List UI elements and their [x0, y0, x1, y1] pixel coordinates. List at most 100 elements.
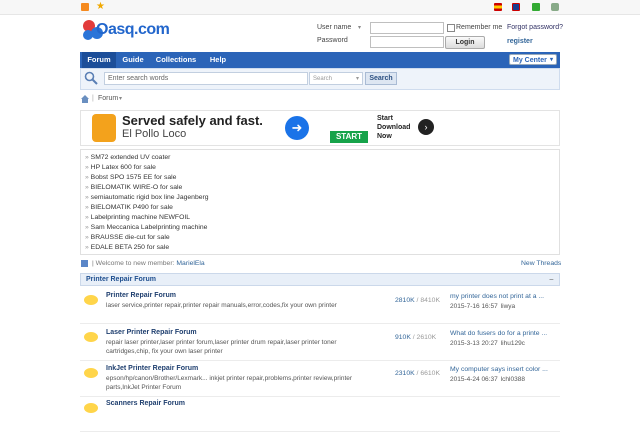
forum-title-link[interactable]: Scanners Repair Forum — [106, 400, 185, 407]
news-item[interactable]: » EDALE BETA 250 for sale — [85, 244, 169, 254]
search-scope-label: Search — [313, 76, 333, 82]
app-icon[interactable] — [551, 3, 559, 11]
forum-description: repair laser printer,laser printer forum… — [106, 339, 337, 355]
last-post-link[interactable]: My computer says insert color ... — [450, 366, 548, 373]
news-item-label: HP Latex 600 for sale — [90, 164, 156, 171]
thread-count: 2810K — [395, 297, 415, 304]
news-item-label: EDALE BETA 250 for sale — [90, 244, 170, 251]
nav-help[interactable]: Help — [204, 52, 232, 68]
my-center-button[interactable]: My Center ▾ — [509, 54, 557, 65]
ad-next-icon[interactable]: › — [418, 119, 434, 135]
flag-icon[interactable] — [494, 3, 502, 11]
uk-flag-icon[interactable] — [512, 3, 520, 11]
logo-text[interactable]: Oasq.com — [96, 21, 170, 39]
my-center-label: My Center — [513, 57, 547, 64]
forum-title-link[interactable]: InkJet Printer Repair Forum — [106, 365, 198, 372]
forum-description: epson/hp/canon/Brother/Lexmark... inkjet… — [106, 375, 353, 391]
forum-stats: 2810K / 8410K — [395, 297, 440, 304]
last-post-meta: 2015-7-16 16:57 liwya — [450, 303, 515, 310]
forgot-password-link[interactable]: Forgot password? — [507, 24, 563, 31]
last-post-date: 2015-3-13 20:27 — [450, 340, 498, 347]
ad-start-button[interactable]: START — [330, 131, 368, 143]
ad-logo — [92, 114, 116, 142]
news-item[interactable]: » BRAUSSE die-cut for sale — [85, 234, 170, 244]
stats-icon[interactable] — [81, 260, 88, 267]
rss-icon[interactable] — [81, 3, 89, 11]
last-post-meta: 2015-4-24 06:37 lchl0388 — [450, 376, 525, 383]
ad-cta-text[interactable]: Start Download Now — [377, 114, 415, 141]
last-post-link[interactable]: my printer does not print at a ... — [450, 293, 544, 300]
grid-icon[interactable] — [532, 3, 540, 11]
forum-bubble-icon — [84, 332, 98, 342]
forum-title-link[interactable]: Laser Printer Repair Forum — [106, 329, 197, 336]
ad-headline[interactable]: Served safely and fast. — [122, 113, 263, 128]
ad-arrow-icon[interactable]: ➜ — [285, 116, 309, 140]
thread-count: 2310K — [395, 370, 415, 377]
remember-checkbox[interactable] — [447, 24, 455, 32]
news-item[interactable]: » Labelprinting machine NEWFOIL — [85, 214, 190, 224]
post-count: 8410K — [420, 297, 440, 304]
collapse-toggle[interactable]: − — [549, 275, 554, 284]
register-link[interactable]: register — [507, 38, 533, 45]
forum-title-link[interactable]: Printer Repair Forum — [106, 292, 176, 299]
post-count: 2610K — [416, 334, 437, 341]
new-member-link[interactable]: MarielEla — [176, 260, 204, 267]
news-item-label: BRAUSSE die-cut for sale — [90, 234, 170, 241]
last-post-user[interactable]: lihu129c — [501, 340, 525, 347]
forum-bubble-icon — [84, 403, 98, 413]
news-item-label: BIELOMATIK P490 for sale — [90, 204, 173, 211]
star-icon[interactable]: ★ — [96, 1, 105, 13]
last-post-meta: 2015-3-13 20:27 lihu129c — [450, 340, 525, 347]
news-item-label: semiautomatic rigid box line Jagenberg — [90, 194, 209, 201]
news-item[interactable]: » SM72 extended UV coater — [85, 154, 170, 164]
last-post-link[interactable]: What do fusers do for a printe ... — [450, 330, 547, 337]
chevron-down-icon: ▾ — [355, 76, 359, 82]
thread-count: 910K — [395, 334, 411, 341]
nav-forum[interactable]: Forum — [82, 52, 116, 68]
news-item-label: Labelprinting machine NEWFOIL — [90, 214, 191, 221]
username-input[interactable] — [370, 22, 444, 34]
forum-stats: 910K / 2610K — [395, 334, 436, 341]
news-item-label: SM72 extended UV coater — [90, 154, 171, 161]
last-post-user[interactable]: liwya — [501, 303, 515, 310]
search-icon — [84, 71, 98, 87]
news-item-label: Sam Meccanica Labelprinting machine — [90, 224, 208, 231]
chevron-down-icon: ▾ — [549, 57, 553, 63]
chevron-down-icon[interactable]: ▾ — [119, 95, 122, 102]
welcome-label: Welcome to new member: — [95, 260, 175, 267]
nav-guide[interactable]: Guide — [118, 52, 148, 68]
forum-stats: 2310K / 6610K — [395, 370, 440, 377]
post-count: 6610K — [420, 370, 440, 377]
login-button[interactable]: Login — [445, 36, 485, 49]
last-post-date: 2015-4-24 06:37 — [450, 376, 498, 383]
news-item[interactable]: » semiautomatic rigid box line Jagenberg — [85, 194, 209, 204]
news-item-label: BIELOMATIK WIRE-O for sale — [90, 184, 183, 191]
news-item[interactable]: » Bobst SPO 1575 EE for sale — [85, 174, 176, 184]
last-post-date: 2015-7-16 16:57 — [450, 303, 498, 310]
forum-bubble-icon — [84, 295, 98, 305]
section-title[interactable]: Printer Repair Forum — [86, 276, 156, 283]
news-item[interactable]: » HP Latex 600 for sale — [85, 164, 156, 174]
last-post-user[interactable]: lchl0388 — [501, 376, 525, 383]
home-icon[interactable] — [81, 95, 89, 105]
forum-bubble-icon — [84, 368, 98, 378]
chevron-down-icon: ▾ — [358, 25, 362, 31]
welcome-text: | Welcome to new member: MarielEla — [92, 260, 205, 267]
news-item-label: Bobst SPO 1575 EE for sale — [90, 174, 177, 181]
search-scope-select[interactable]: Search ▾ — [309, 72, 363, 85]
remember-label: Remember me — [456, 24, 503, 31]
forum-description: laser service,printer repair,printer rep… — [106, 302, 337, 309]
search-input[interactable]: Enter search words — [104, 72, 308, 85]
new-threads-link[interactable]: New Threads — [521, 260, 561, 267]
nav-collections[interactable]: Collections — [150, 52, 202, 68]
search-button[interactable]: Search — [365, 72, 397, 85]
news-item[interactable]: » Sam Meccanica Labelprinting machine — [85, 224, 207, 234]
breadcrumb-separator: | — [92, 95, 94, 102]
ad-brand: El Pollo Loco — [122, 128, 187, 140]
password-label: Password — [317, 37, 348, 44]
news-item[interactable]: » BIELOMATIK WIRE-O for sale — [85, 184, 182, 194]
news-item[interactable]: » BIELOMATIK P490 for sale — [85, 204, 173, 214]
username-label: User name — [317, 24, 352, 31]
breadcrumb-forum[interactable]: Forum — [98, 95, 118, 102]
password-input[interactable] — [370, 36, 444, 48]
